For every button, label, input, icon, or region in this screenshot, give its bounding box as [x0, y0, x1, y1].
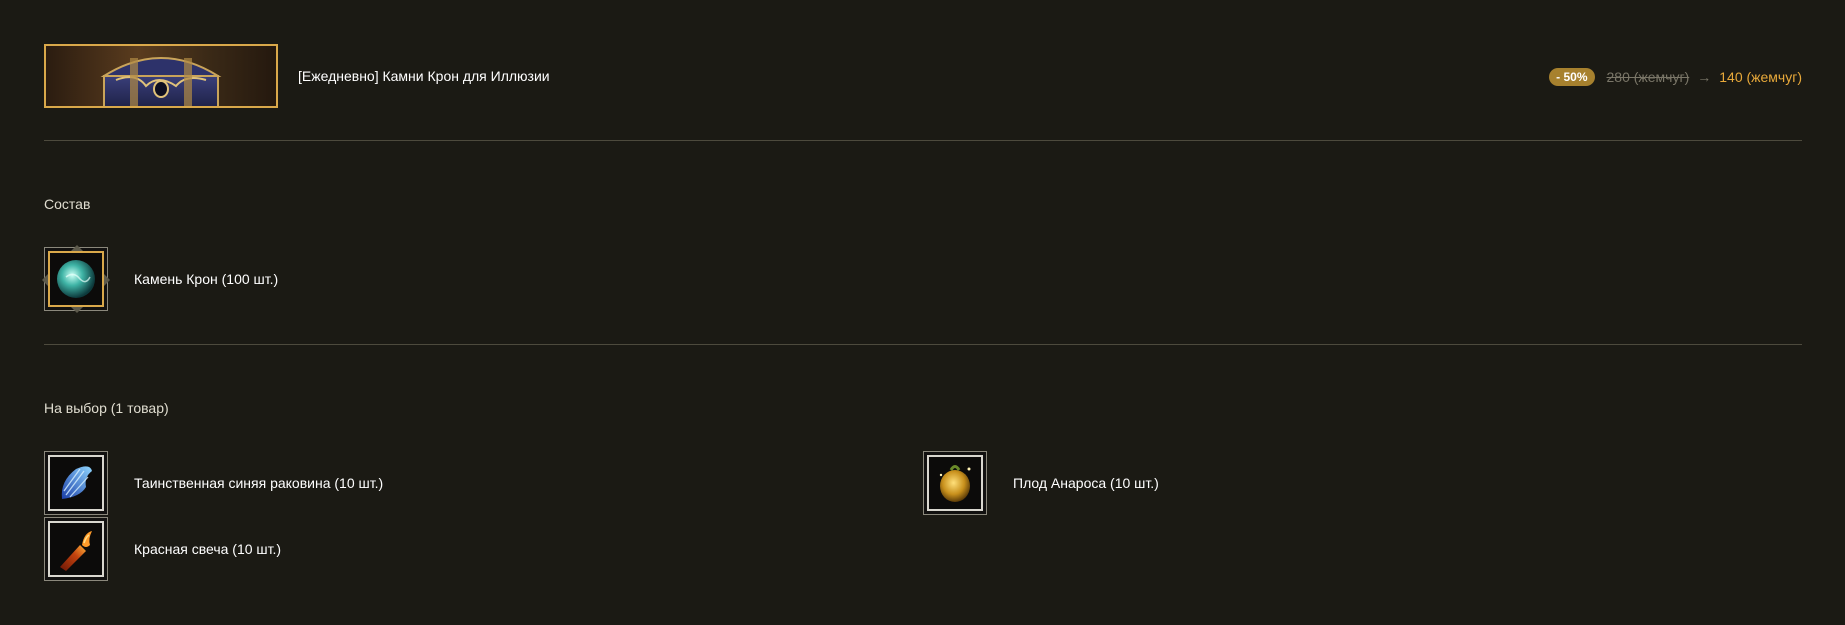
product-header: [Ежедневно] Камни Крон для Иллюзии - 50%…	[44, 44, 1802, 108]
item-label: Плод Анароса (10 шт.)	[1013, 475, 1159, 491]
choice-item[interactable]: Плод Анароса (10 шт.)	[923, 451, 1159, 515]
composition-item[interactable]: Камень Крон (100 шт.)	[42, 245, 279, 313]
item-slot[interactable]	[923, 451, 987, 515]
slot-ornament	[36, 274, 48, 286]
slot-ornament	[104, 274, 116, 286]
discount-badge: - 50%	[1549, 68, 1595, 86]
red-candle-icon	[60, 531, 92, 571]
new-price: 140 (жемчуг)	[1719, 69, 1802, 85]
divider	[44, 344, 1802, 345]
item-icon-frame	[48, 251, 104, 307]
composition-title: Состав	[44, 196, 91, 212]
item-slot[interactable]	[42, 245, 110, 313]
product-title: [Ежедневно] Камни Крон для Иллюзии	[298, 68, 550, 84]
item-label: Красная свеча (10 шт.)	[134, 541, 282, 557]
treasure-chest-icon	[100, 57, 222, 106]
blue-shell-icon	[61, 466, 92, 499]
price-arrow: →	[1697, 69, 1712, 85]
divider	[44, 140, 1802, 141]
item-label: Камень Крон (100 шт.)	[134, 271, 279, 287]
item-icon-frame	[927, 455, 983, 511]
kron-stone-icon	[57, 260, 95, 298]
item-slot[interactable]	[44, 451, 108, 515]
item-icon-frame	[48, 455, 104, 511]
product-banner	[44, 44, 278, 108]
choice-item[interactable]: Красная свеча (10 шт.)	[44, 517, 281, 581]
item-label: Таинственная синяя раковина (10 шт.)	[134, 475, 384, 491]
choice-item[interactable]: Таинственная синяя раковина (10 шт.)	[44, 451, 383, 515]
slot-ornament	[71, 239, 83, 251]
anaros-fruit-icon	[939, 465, 971, 502]
price-block: - 50% 280 (жемчуг) → 140 (жемчуг)	[1549, 68, 1802, 86]
old-price: 280 (жемчуг)	[1606, 69, 1690, 85]
choice-title: На выбор (1 товар)	[44, 400, 169, 416]
item-icon-frame	[48, 521, 104, 577]
item-slot[interactable]	[44, 517, 108, 581]
